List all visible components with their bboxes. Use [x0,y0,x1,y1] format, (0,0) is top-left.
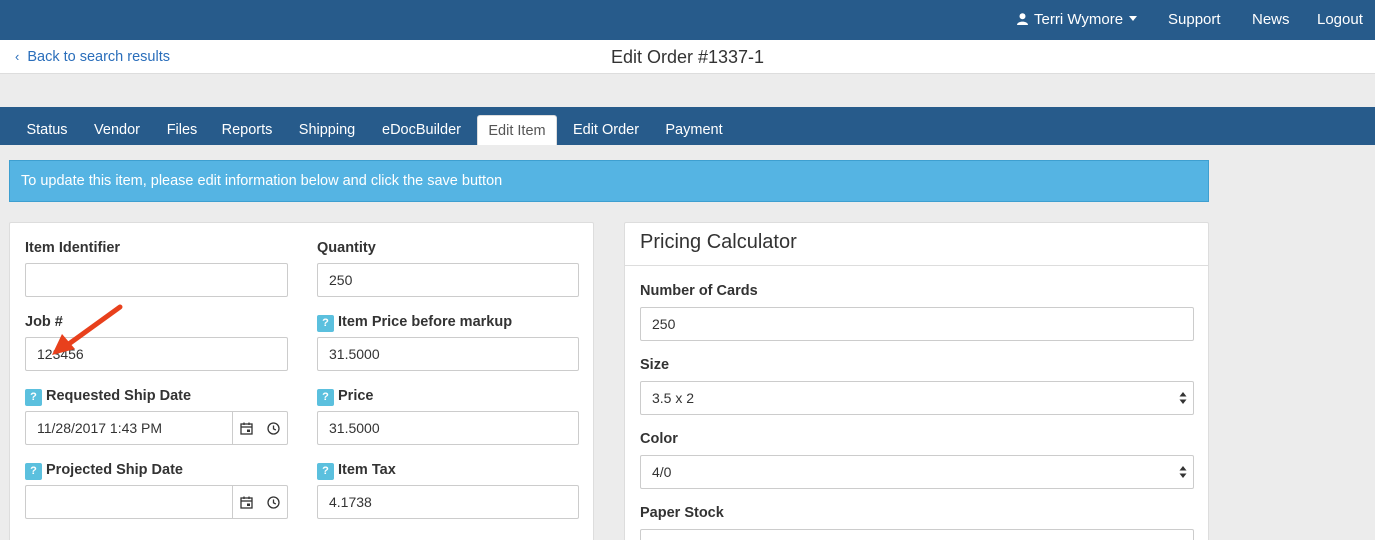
quantity-input[interactable]: 250 [317,263,579,297]
calendar-icon[interactable] [233,412,260,444]
help-icon[interactable]: ? [25,463,42,480]
tab-edit-order[interactable]: Edit Order [562,115,650,145]
annotation-arrow-icon [52,304,123,355]
requested-ship-date-text: Requested Ship Date [46,388,192,404]
requested-ship-date-value: 11/28/2017 1:43 PM [37,420,163,436]
item-price-before-markup-text: Item Price before markup [338,314,513,330]
tab-reports[interactable]: Reports [212,115,282,145]
projected-ship-date-text: Projected Ship Date [46,462,183,478]
back-to-search-link[interactable]: ‹ Back to search results [15,40,170,74]
price-label: ? Price [317,386,373,406]
number-of-cards-label: Number of Cards [640,283,758,299]
paper-stock-label: Paper Stock [640,505,724,521]
news-link[interactable]: News [1252,0,1290,40]
clock-icon[interactable] [260,486,287,518]
back-link-label: Back to search results [27,49,170,65]
paper-stock-select[interactable] [640,529,1194,540]
tab-edit-item[interactable]: Edit Item [477,115,557,145]
color-select[interactable]: 4/0 [640,455,1194,489]
color-label: Color [640,431,678,447]
help-icon[interactable]: ? [317,389,334,406]
top-navbar: Terri Wymore Support News Logout [0,0,1375,40]
tab-files[interactable]: Files [157,115,207,145]
user-icon [1017,13,1028,25]
user-name: Terri Wymore [1034,11,1124,28]
panel-title: Pricing Calculator [640,231,797,253]
logout-link[interactable]: Logout [1317,0,1363,40]
select-arrows-icon [1179,392,1187,404]
support-link[interactable]: Support [1168,0,1221,40]
price-input[interactable]: 31.5000 [317,411,579,445]
chevron-left-icon: ‹ [15,49,20,64]
clock-icon[interactable] [260,412,287,444]
color-value: 4/0 [652,464,672,480]
item-price-before-markup-label: ? Item Price before markup [317,312,512,332]
pricing-calculator-panel: Pricing Calculator Number of Cards 250 S… [624,222,1209,540]
requested-ship-date-label: ? Requested Ship Date [25,386,191,406]
item-identifier-input[interactable] [25,263,288,297]
info-alert: To update this item, please edit informa… [9,160,1209,202]
item-form-panel: Item Identifier Quantity 250 Job # 12345… [9,222,594,540]
item-price-before-markup-input[interactable]: 31.5000 [317,337,579,371]
help-icon[interactable]: ? [317,463,334,480]
price-text: Price [338,388,374,404]
caret-down-icon [1129,16,1138,21]
tab-vendor[interactable]: Vendor [83,115,151,145]
size-label: Size [640,357,670,373]
quantity-label: Quantity [317,240,376,256]
tab-shipping[interactable]: Shipping [288,115,366,145]
projected-ship-date-input[interactable] [25,485,288,519]
page-title: Edit Order #1337-1 [610,47,765,67]
select-arrows-icon [1179,466,1187,478]
tab-payment[interactable]: Payment [655,115,733,145]
size-select[interactable]: 3.5 x 2 [640,381,1194,415]
help-icon[interactable]: ? [25,389,42,406]
item-tax-text: Item Tax [338,462,396,478]
calendar-icon[interactable] [233,486,260,518]
item-tax-label: ? Item Tax [317,460,396,480]
help-icon[interactable]: ? [317,315,334,332]
item-tax-input[interactable]: 4.1738 [317,485,579,519]
divider [625,265,1208,266]
tab-bar: Status Vendor Files Reports Shipping eDo… [0,107,1375,145]
size-value: 3.5 x 2 [652,390,695,406]
projected-ship-date-label: ? Projected Ship Date [25,460,183,480]
user-menu[interactable]: Terri Wymore [1017,0,1138,40]
requested-ship-date-input[interactable]: 11/28/2017 1:43 PM [25,411,288,445]
number-of-cards-input[interactable]: 250 [640,307,1194,341]
tab-status[interactable]: Status [15,115,79,145]
sub-header: Edit Order #1337-1 ‹ Back to search resul… [0,40,1375,74]
tab-edocbuilder[interactable]: eDocBuilder [371,115,472,145]
item-identifier-label: Item Identifier [25,240,121,256]
